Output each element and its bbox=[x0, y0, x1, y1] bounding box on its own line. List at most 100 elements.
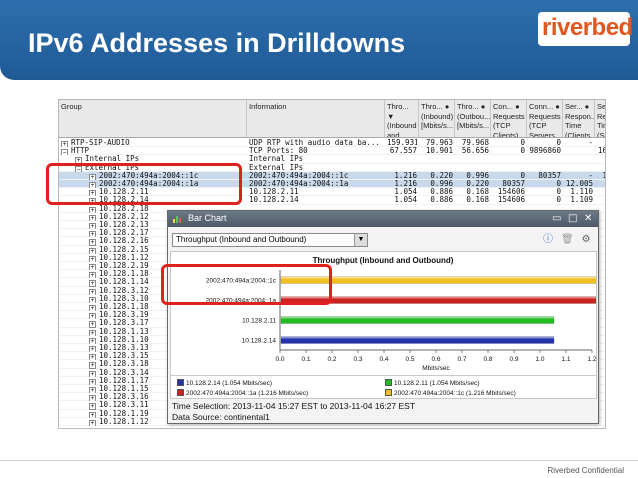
category-label: 10.128.2.14 bbox=[242, 338, 277, 345]
row-group-label: 10.128.2.17 bbox=[99, 229, 149, 238]
row-value: 1.216 bbox=[394, 171, 417, 180]
row-value bbox=[493, 164, 525, 172]
row-value: 67.557 bbox=[389, 147, 417, 156]
bar-chart-window[interactable]: Bar Chart ▭ □ ✕ Throughput (Inbound and … bbox=[167, 210, 599, 424]
row-value: 80357 bbox=[538, 171, 561, 180]
data-source: Data Source: continental1 bbox=[172, 412, 270, 422]
metric-select[interactable]: Throughput (Inbound and Outbound) ▼ bbox=[172, 233, 368, 247]
chevron-down-icon[interactable]: ▼ bbox=[354, 234, 367, 246]
row-value: 1.054 bbox=[394, 196, 417, 205]
row-value: 0.886 bbox=[430, 196, 453, 205]
row-value: 0.220 bbox=[466, 180, 489, 188]
row-value bbox=[387, 164, 417, 172]
metric-select-value: Throughput (Inbound and Outbound) bbox=[176, 235, 307, 244]
row-group: + RTP-SIP-AUDIO bbox=[61, 139, 245, 148]
bar-chart-icon bbox=[173, 216, 181, 223]
legend-label: 2002:470:494a:2004::1c (1.216 Mbits/sec) bbox=[394, 390, 516, 397]
x-tick-label: 1.0 bbox=[535, 356, 544, 363]
row-group-label: RTP-SIP-AUDIO bbox=[71, 139, 130, 147]
row-value: 0.886 bbox=[430, 188, 453, 197]
row-value: 80357 bbox=[502, 180, 525, 188]
row-value: - bbox=[588, 171, 593, 180]
maximize-button[interactable]: □ bbox=[568, 213, 577, 225]
row-group-label: 10.128.3.13 bbox=[99, 344, 149, 352]
row-value bbox=[597, 180, 605, 188]
row-group-label: HTTP bbox=[71, 147, 90, 156]
legend-item: 2002:470:494a:2004::1c (1.216 Mbits/sec) bbox=[385, 389, 516, 397]
legend-item: 2002:470:494a:2004::1a (1.216 Mbits/sec) bbox=[177, 389, 308, 397]
row-value: 1 bbox=[597, 172, 605, 180]
row-value: 1.216 bbox=[394, 180, 417, 188]
legend-swatch bbox=[385, 379, 392, 386]
row-info: 10.128.2.11 bbox=[249, 188, 299, 197]
row-group-label: 10.128.1.10 bbox=[99, 335, 149, 344]
row-value: 0 bbox=[556, 180, 561, 188]
legend-swatch bbox=[177, 379, 184, 386]
row-value: 0 bbox=[520, 171, 525, 180]
legend-item: 10.128.2.14 (1.054 Mbits/sec) bbox=[177, 379, 272, 387]
x-tick-label: 0.4 bbox=[379, 356, 388, 363]
window-titlebar[interactable]: Bar Chart ▭ □ ✕ bbox=[168, 211, 598, 227]
row-group-label: 10.128.1.14 bbox=[99, 278, 149, 287]
column-header[interactable]: Thro... ▼ (Inbound and Outboun... bbox=[385, 100, 419, 138]
row-value: 0.168 bbox=[466, 196, 489, 205]
row-value: 154606 bbox=[497, 188, 525, 197]
column-header[interactable]: Ser... ● Respon... Time (Clients... bbox=[563, 100, 595, 138]
column-header[interactable]: Group bbox=[59, 100, 247, 138]
row-value: 79.963 bbox=[425, 139, 453, 147]
row-info: TCP Ports: 80 bbox=[249, 147, 308, 156]
row-value bbox=[565, 155, 593, 163]
row-group-label: 10.128.1.12 bbox=[99, 417, 149, 426]
row-group-label: 10.128.3.16 bbox=[99, 393, 149, 402]
slide-title: IPv6 Addresses in Drilldowns bbox=[28, 28, 406, 58]
trash-icon[interactable]: 🗑 bbox=[561, 234, 574, 246]
riverbed-logo: riverbed bbox=[538, 12, 633, 46]
legend-swatch bbox=[177, 389, 184, 396]
row-group-label: 10.128.3.19 bbox=[99, 311, 149, 320]
row-info: 2002:470:494a:2004::1c bbox=[249, 171, 349, 180]
row-group-label: 10.128.1.19 bbox=[99, 409, 149, 418]
row-group-label: 10.128.1.15 bbox=[99, 385, 149, 393]
x-axis-label: Mbits/sec bbox=[422, 365, 450, 372]
row-group-label: 10.128.3.11 bbox=[99, 401, 149, 410]
legend-swatch bbox=[385, 389, 392, 396]
row-group-label: 10.128.3.18 bbox=[99, 360, 149, 369]
expand-toggle-icon[interactable]: + bbox=[89, 419, 96, 426]
row-value: 16 bbox=[597, 147, 605, 156]
row-value bbox=[421, 164, 453, 172]
close-button[interactable]: ✕ bbox=[584, 213, 592, 225]
column-header[interactable]: Conn... ● Requests (TCP Servers... bbox=[527, 100, 563, 138]
table-row[interactable]: − HTTP TCP Ports: 80 67.557 10.901 56.656 0 989… bbox=[59, 147, 605, 156]
row-info: 2002:470:494a:2004::1a bbox=[249, 180, 349, 188]
column-header[interactable]: Ser Res Tim (Se bbox=[595, 100, 605, 138]
row-value: 0 bbox=[556, 188, 561, 197]
legend-item: 10.128.2.11 (1.054 Mbits/sec) bbox=[385, 379, 480, 387]
row-group-label: 10.128.2.18 bbox=[99, 204, 149, 213]
row-value: 1.110 bbox=[570, 188, 593, 197]
legend-label: 10.128.2.11 (1.054 Mbits/sec) bbox=[394, 380, 480, 387]
row-group-label: 10.128.2.15 bbox=[99, 245, 149, 254]
table-row[interactable]: + RTP-SIP-AUDIO UDP RTP with audio data ba… bbox=[59, 139, 605, 148]
column-header[interactable]: Thro... ● (Outbou... [Mbits/s... bbox=[455, 100, 491, 138]
row-group-label: 10.128.2.19 bbox=[99, 262, 149, 270]
column-header[interactable]: Information bbox=[247, 100, 385, 138]
row-value bbox=[457, 164, 489, 172]
info-icon[interactable]: ⓘ bbox=[542, 234, 554, 246]
row-value: 56.656 bbox=[461, 147, 489, 156]
footer-divider bbox=[0, 460, 638, 461]
row-value: - bbox=[588, 139, 593, 147]
column-header[interactable]: Thro... ● (Inbound) [Mbits/s... bbox=[419, 100, 455, 138]
bar-shine bbox=[281, 336, 555, 339]
minimize-button[interactable]: ▭ bbox=[552, 213, 561, 225]
row-value: 0 bbox=[520, 139, 525, 147]
row-group-label: 10.128.2.12 bbox=[99, 212, 149, 221]
row-group-label: 10.128.3.17 bbox=[99, 319, 149, 328]
column-header[interactable]: Con... ● Requests (TCP Clients)... bbox=[491, 100, 527, 138]
row-value: 10.901 bbox=[425, 147, 453, 156]
row-value: 1.054 bbox=[394, 188, 417, 197]
legend-label: 10.128.2.14 (1.054 Mbits/sec) bbox=[186, 380, 272, 387]
row-value: 1.109 bbox=[570, 196, 593, 205]
gear-icon[interactable]: ⚙ bbox=[580, 234, 592, 246]
row-info: Internal IPs bbox=[249, 155, 304, 164]
x-tick-label: 0.2 bbox=[327, 356, 336, 363]
